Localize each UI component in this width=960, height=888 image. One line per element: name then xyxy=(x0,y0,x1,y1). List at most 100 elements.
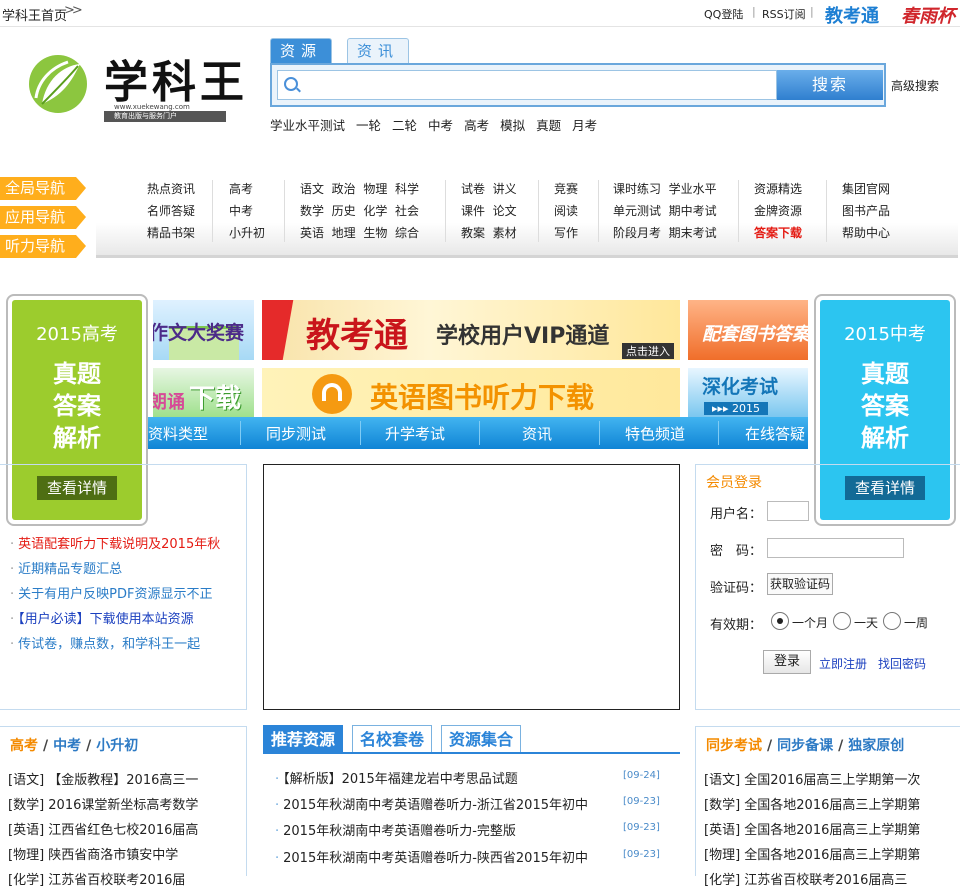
nav-link[interactable]: 资源精选 xyxy=(754,178,802,200)
hotword[interactable]: 中考 xyxy=(428,118,453,133)
nav-link[interactable]: 物理 xyxy=(363,182,387,196)
search-input[interactable] xyxy=(277,70,777,100)
channel-tab[interactable]: 特色频道 xyxy=(625,423,685,444)
channel-tab[interactable]: 在线答疑 xyxy=(745,423,805,444)
list-item[interactable]: 近期精品专题汇总 xyxy=(10,558,122,577)
nav-link[interactable]: 中考 xyxy=(229,200,265,222)
list-item[interactable]: [物理] 全国各地2016届高三上学期第 xyxy=(704,844,920,863)
nav-link[interactable]: 学业水平 xyxy=(669,182,717,196)
hotword[interactable]: 高考 xyxy=(464,118,489,133)
nav-tag-listening[interactable]: 听力导航 xyxy=(0,235,86,258)
nav-link[interactable]: 图书产品 xyxy=(842,200,890,222)
nav-link[interactable]: 论文 xyxy=(493,204,517,218)
list-item[interactable]: 关于有用户反映PDF资源显示不正 xyxy=(10,583,212,602)
nav-link[interactable]: 高考 xyxy=(229,178,265,200)
recitation-download-banner[interactable]: 朗诵 下载 xyxy=(153,368,254,418)
search-button[interactable]: 搜索 xyxy=(777,70,883,100)
list-item[interactable]: · 【解析版】2015年福建龙岩中考思品试题 xyxy=(275,768,518,787)
hotword[interactable]: 月考 xyxy=(572,118,597,133)
nav-link[interactable]: 生物 xyxy=(363,226,387,240)
list-item[interactable]: [化学] 江苏省百校联考2016届 xyxy=(8,869,185,888)
hotword[interactable]: 学业水平测试 xyxy=(270,118,345,133)
nav-link[interactable]: 教案 xyxy=(461,226,485,240)
leaf-logo-icon[interactable] xyxy=(28,54,88,114)
list-item[interactable]: [物理] 陕西省商洛市镇安中学 xyxy=(8,844,178,863)
home-link[interactable]: 学科王首页 xyxy=(2,5,67,24)
channel-tab[interactable]: 资料类型 xyxy=(148,423,208,444)
tab-original[interactable]: 独家原创 xyxy=(848,738,904,754)
nav-link[interactable]: 素材 xyxy=(493,226,517,240)
channel-tab[interactable]: 资讯 xyxy=(522,423,552,444)
nav-link[interactable]: 竞赛 xyxy=(554,178,578,200)
hotword[interactable]: 一轮 xyxy=(356,118,381,133)
answer-download-link[interactable]: 答案下载 xyxy=(754,222,802,244)
chunyubei-logo-link[interactable]: 春雨杯 xyxy=(901,2,955,28)
rss-link[interactable]: RSS订阅 xyxy=(762,6,806,22)
validity-radio-day[interactable] xyxy=(833,612,851,630)
username-input[interactable] xyxy=(767,501,809,521)
nav-link[interactable]: 化学 xyxy=(363,204,387,218)
validity-radio-week[interactable] xyxy=(883,612,901,630)
nav-link[interactable]: 科学 xyxy=(395,182,419,196)
tab-sync-exam[interactable]: 同步考试 xyxy=(706,738,762,754)
nav-link[interactable]: 课件 xyxy=(461,204,485,218)
book-answers-banner[interactable]: 配套图书答案 xyxy=(688,300,808,360)
validity-radio-month[interactable] xyxy=(771,612,789,630)
nav-link[interactable]: 政治 xyxy=(332,182,356,196)
nav-link[interactable]: 小升初 xyxy=(229,222,265,244)
password-input[interactable] xyxy=(767,538,904,558)
essay-contest-banner[interactable]: 作文大奖赛 xyxy=(153,300,254,360)
nav-tag-apps[interactable]: 应用导航 xyxy=(0,206,86,229)
list-item[interactable]: [语文] 全国2016届高三上学期第一次 xyxy=(704,769,920,788)
list-item[interactable]: 英语配套听力下载说明及2015年秋 xyxy=(10,533,220,552)
exam-reform-banner[interactable]: 深化考试 ▸▸▸ 2015 xyxy=(688,368,808,418)
nav-link[interactable]: 精品书架 xyxy=(147,222,195,244)
nav-link[interactable]: 阅读 xyxy=(554,200,578,222)
list-item[interactable]: · 2015年秋湖南中考英语赠卷听力-陕西省2015年初中 xyxy=(275,847,588,866)
nav-link[interactable]: 写作 xyxy=(554,222,578,244)
list-item[interactable]: [语文] 【金版教程】2016高三一 xyxy=(8,769,198,788)
list-item[interactable]: [数学] 2016课堂新坐标高考数学 xyxy=(8,794,198,813)
recover-password-link[interactable]: 找回密码 xyxy=(878,655,926,672)
nav-link[interactable]: 热点资讯 xyxy=(147,178,195,200)
qq-login-link[interactable]: QQ登陆 xyxy=(704,6,743,22)
tab-zhongkao[interactable]: 中考 xyxy=(53,738,81,754)
nav-link[interactable]: 社会 xyxy=(395,204,419,218)
login-button[interactable]: 登录 xyxy=(763,650,811,674)
advanced-search-link[interactable]: 高级搜索 xyxy=(891,77,939,94)
hotword[interactable]: 二轮 xyxy=(392,118,417,133)
english-listening-banner[interactable]: 英语图书听力下载 xyxy=(262,368,680,418)
tab-sync-lesson[interactable]: 同步备课 xyxy=(777,738,833,754)
nav-link[interactable]: 课时练习 xyxy=(613,182,661,196)
vip-channel-banner[interactable]: 教考通 学校用户VIP通道 点击进入 xyxy=(262,300,680,360)
tab-school-papers[interactable]: 名校套卷 xyxy=(352,725,432,753)
get-captcha-button[interactable]: 获取验证码 xyxy=(767,573,833,595)
channel-tab[interactable]: 升学考试 xyxy=(385,423,445,444)
jiaokaotong-logo-link[interactable]: 教考通 xyxy=(825,2,879,28)
tab-resources[interactable]: 资源 xyxy=(270,38,332,64)
channel-tab[interactable]: 同步测试 xyxy=(266,423,326,444)
nav-link[interactable]: 地理 xyxy=(332,226,356,240)
nav-link[interactable]: 讲义 xyxy=(493,182,517,196)
list-item[interactable]: [化学] 江苏省百校联考2016届高三 xyxy=(704,869,907,888)
nav-link[interactable]: 语文 xyxy=(300,182,324,196)
nav-link[interactable]: 期中考试 xyxy=(669,204,717,218)
list-item[interactable]: [英语] 江西省红色七校2016届高 xyxy=(8,819,198,838)
tab-recommended[interactable]: 推荐资源 xyxy=(263,725,343,753)
nav-link[interactable]: 帮助中心 xyxy=(842,222,890,244)
tab-gaokao[interactable]: 高考 xyxy=(10,738,38,754)
nav-link[interactable]: 数学 xyxy=(300,204,324,218)
nav-tag-global[interactable]: 全局导航 xyxy=(0,177,86,200)
nav-link[interactable]: 阶段月考 xyxy=(613,226,661,240)
register-link[interactable]: 立即注册 xyxy=(819,655,867,672)
nav-link[interactable]: 历史 xyxy=(332,204,356,218)
list-item[interactable]: · 2015年秋湖南中考英语赠卷听力-完整版 xyxy=(275,820,516,839)
nav-link[interactable]: 试卷 xyxy=(461,182,485,196)
nav-link[interactable]: 综合 xyxy=(395,226,419,240)
nav-link[interactable]: 期末考试 xyxy=(669,226,717,240)
list-item[interactable]: [英语] 全国各地2016届高三上学期第 xyxy=(704,819,920,838)
hotword[interactable]: 模拟 xyxy=(500,118,525,133)
list-item[interactable]: [数学] 全国各地2016届高三上学期第 xyxy=(704,794,920,813)
list-item[interactable]: 传试卷，赚点数，和学科王一起 xyxy=(10,633,200,652)
tab-xiaoshengchu[interactable]: 小升初 xyxy=(96,738,138,754)
